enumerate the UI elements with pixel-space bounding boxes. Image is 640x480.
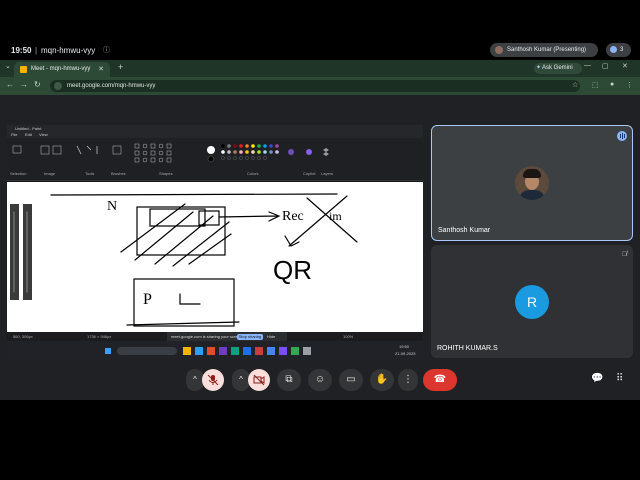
new-tab-button[interactable]: + xyxy=(118,62,123,72)
sketch-text-p: P xyxy=(143,291,152,308)
captions-icon[interactable]: ▭ xyxy=(339,369,363,391)
header-separator: | xyxy=(35,46,38,55)
tab-close-icon[interactable]: ✕ xyxy=(98,62,104,77)
bookmark-star-icon[interactable]: ☆ xyxy=(572,81,578,89)
ribbon-label-shapes: Shapes xyxy=(159,171,173,176)
forward-icon[interactable]: → xyxy=(20,80,28,89)
gemini-sparkle-icon: ✦ xyxy=(536,65,542,71)
ask-gemini-label: Ask Gemini xyxy=(542,65,573,71)
meeting-code: mqn-hmwu-vyy xyxy=(41,46,96,55)
status-zoom: 100% xyxy=(343,334,354,339)
presenter-indicator[interactable]: Santhosh Kumar (Presenting) xyxy=(490,43,598,57)
close-window-button[interactable]: ✕ xyxy=(622,62,628,70)
ribbon-label-selection: Selection xyxy=(10,171,27,176)
video-off-icon[interactable] xyxy=(248,369,270,391)
call-end-icon[interactable]: ☎ xyxy=(423,369,457,391)
tab-meet[interactable]: Meet - mqn-hmwu-vyy ✕ xyxy=(14,62,110,77)
paint-canvas[interactable]: N Rec im QR P xyxy=(7,182,423,332)
more-vert-icon[interactable]: ⋮ xyxy=(398,369,418,391)
participant-tile-rohith[interactable]: 🎙̸ R ROHITH KUMAR.S xyxy=(431,245,633,358)
minimize-button[interactable]: — xyxy=(584,62,591,69)
participant-name: ROHITH KUMAR.S xyxy=(437,345,498,352)
paint-window-title: Untitled - Paint xyxy=(15,126,42,131)
participant-name: Santhosh Kumar xyxy=(438,227,491,234)
tab-search-button[interactable]: ⌄ xyxy=(5,62,11,70)
mic-muted-icon: 🎙̸ xyxy=(621,251,627,258)
ribbon-label-image: Image xyxy=(44,171,56,176)
mic-off-icon[interactable] xyxy=(202,369,224,391)
site-info-icon[interactable] xyxy=(54,82,62,90)
ribbon-tools-graphic xyxy=(12,143,329,163)
sketch-text-rec: Rec xyxy=(282,209,304,224)
ribbon-label-colors: Colors xyxy=(247,171,259,176)
hand-sketch-drawing: N Rec im QR P xyxy=(10,193,358,327)
sketch-text-im: im xyxy=(329,209,342,223)
participant-tile-santhosh[interactable]: Santhosh Kumar xyxy=(431,125,633,241)
present-icon[interactable]: ⧉ xyxy=(277,369,301,391)
people-button[interactable]: 3 xyxy=(606,43,631,57)
paint-title-bar: Untitled - Paint xyxy=(7,125,423,132)
sketch-text-n: N xyxy=(107,199,117,214)
participant-count: 3 xyxy=(620,47,624,53)
raise-hand-icon[interactable]: ✋ xyxy=(370,369,394,391)
reload-icon[interactable]: ↻ xyxy=(34,80,41,89)
presenter-avatar xyxy=(495,46,503,54)
meet-favicon-icon xyxy=(20,66,27,73)
extensions-icon[interactable]: ⬚ xyxy=(592,81,599,89)
back-icon[interactable]: ← xyxy=(6,80,14,89)
profile-icon[interactable]: ● xyxy=(610,81,614,88)
tray-time: 19:50 xyxy=(399,344,410,349)
status-canvas-size: 1736 × 946px xyxy=(87,334,112,339)
tab-strip: ⌄ Meet - mqn-hmwu-vyy ✕ + ✦ Ask Gemini —… xyxy=(0,60,640,77)
sketch-text-qr: QR xyxy=(273,255,312,285)
people-icon xyxy=(610,46,617,53)
taskbar-icons xyxy=(105,347,311,355)
chrome-menu-icon[interactable]: ⋮ xyxy=(626,81,633,89)
status-cursor-pos: 860, 306px xyxy=(13,334,33,339)
maximize-button[interactable]: ▢ xyxy=(602,62,609,70)
share-banner-text: meet.google.com is sharing your screen xyxy=(171,334,242,339)
paint-ribbon: Selection Image Tools Brushes Shapes Col… xyxy=(7,138,423,181)
ribbon-label-brushes: Brushes xyxy=(111,171,126,176)
url-text: meet.google.com/mqn-hmwu-vyy xyxy=(67,83,156,89)
speaking-indicator-icon xyxy=(617,131,627,141)
stop-sharing-button[interactable]: Stop sharing xyxy=(237,334,263,340)
shared-screen: Untitled - Paint File Edit View Selectio… xyxy=(7,125,423,361)
apps-icon[interactable]: ⠿ xyxy=(616,373,623,384)
ribbon-label-tools: Tools xyxy=(85,171,95,176)
address-bar[interactable]: meet.google.com/mqn-hmwu-vyy xyxy=(50,80,580,92)
meeting-time: 19:50 xyxy=(11,46,32,55)
tray-date: 21-09-2025 xyxy=(395,351,416,356)
ribbon-label-layers: Layers xyxy=(321,171,334,176)
meeting-info-icon[interactable]: ⓘ xyxy=(103,45,110,55)
windows-taskbar: 19:50 21-09-2025 xyxy=(7,341,423,361)
avatar xyxy=(515,166,549,200)
presenter-label: Santhosh Kumar (Presenting) xyxy=(507,47,587,53)
ribbon-label-copilot: Copilot xyxy=(303,171,316,176)
avatar: R xyxy=(515,285,549,319)
tab-title: Meet - mqn-hmwu-vyy xyxy=(31,66,91,72)
browser-toolbar: ← → ↻ meet.google.com/mqn-hmwu-vyy ☆ ⬚ ●… xyxy=(0,77,640,95)
emoji-icon[interactable]: ☺ xyxy=(308,369,332,391)
ask-gemini-button[interactable]: ✦ Ask Gemini xyxy=(534,63,582,74)
chat-icon[interactable]: 💬 xyxy=(591,373,603,384)
